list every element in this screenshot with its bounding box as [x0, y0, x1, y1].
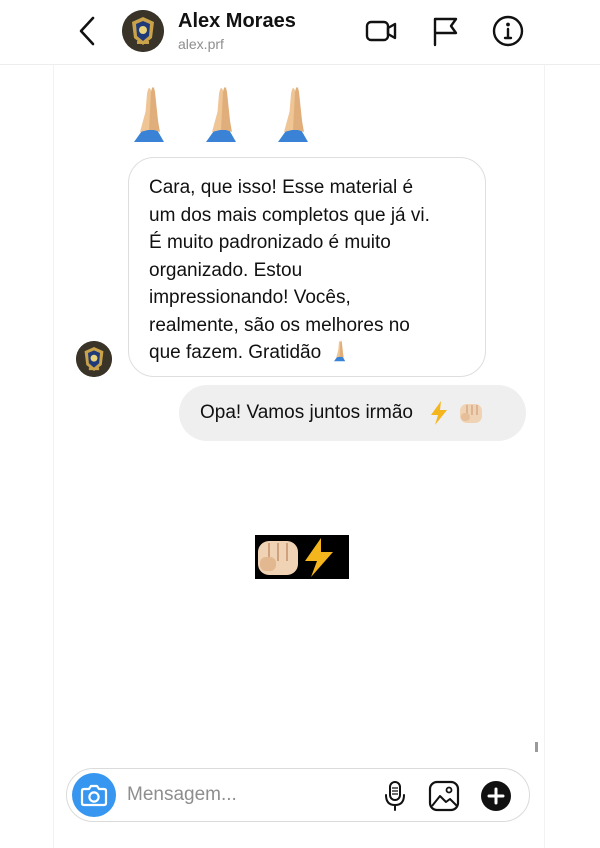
info-button[interactable]	[490, 13, 526, 49]
scrollbar-thumb[interactable]	[535, 742, 538, 752]
message-line: organizado. Estou	[149, 259, 303, 281]
lightning-icon	[431, 401, 448, 425]
camera-icon	[80, 784, 108, 807]
sender-avatar[interactable]	[76, 341, 112, 377]
message-line: impressionando! Vocês,	[149, 287, 351, 308]
message-line: um dos mais completos que já vi.	[149, 204, 430, 226]
gallery-icon	[428, 780, 460, 812]
message-input[interactable]	[127, 777, 367, 813]
outgoing-message-text: Opa! Vamos juntos irmão	[200, 402, 413, 423]
message-line-last: que fazem. Gratidão 🙏	[149, 339, 471, 367]
message-composer	[66, 768, 530, 822]
plus-icon	[481, 781, 511, 811]
incoming-message-bubble[interactable]: Cara, que isso! Esse material é um dos m…	[128, 157, 486, 377]
fist-bump-icon	[459, 404, 482, 423]
video-call-icon	[365, 20, 397, 42]
chat-header: Alex Moraes alex.prf	[0, 0, 600, 65]
report-button[interactable]	[428, 13, 464, 49]
flag-icon	[433, 17, 458, 47]
voice-message-button[interactable]	[379, 780, 411, 812]
prayer-emoji-message: 🙏🙏🙏	[128, 78, 348, 146]
fist-bump-icon	[258, 538, 333, 577]
camera-button[interactable]	[72, 773, 116, 817]
more-actions-button[interactable]	[480, 780, 512, 812]
message-line: É muito padronizado é muito	[149, 232, 391, 253]
message-line: realmente, são os melhores no	[149, 314, 410, 336]
message-line: que fazem. Gratidão	[149, 342, 322, 363]
info-icon	[492, 15, 524, 47]
back-button[interactable]	[74, 14, 102, 48]
avatar[interactable]	[122, 10, 164, 52]
chevron-left-icon	[79, 16, 95, 46]
folded-hands-icon	[134, 87, 308, 142]
gallery-button[interactable]	[428, 780, 460, 812]
outgoing-message-bubble[interactable]: Opa! Vamos juntos irmão ⚡👊🏼	[179, 385, 526, 441]
contact-username: alex.prf	[178, 36, 224, 52]
contact-name[interactable]: Alex Moraes	[178, 10, 296, 33]
message-line: Cara, que isso! Esse material é	[149, 177, 414, 198]
microphone-icon	[385, 781, 405, 811]
emoji-sticker-message[interactable]: 👊🏼⚡	[255, 535, 349, 579]
folded-hands-icon	[334, 340, 346, 362]
video-call-button[interactable]	[363, 13, 399, 49]
